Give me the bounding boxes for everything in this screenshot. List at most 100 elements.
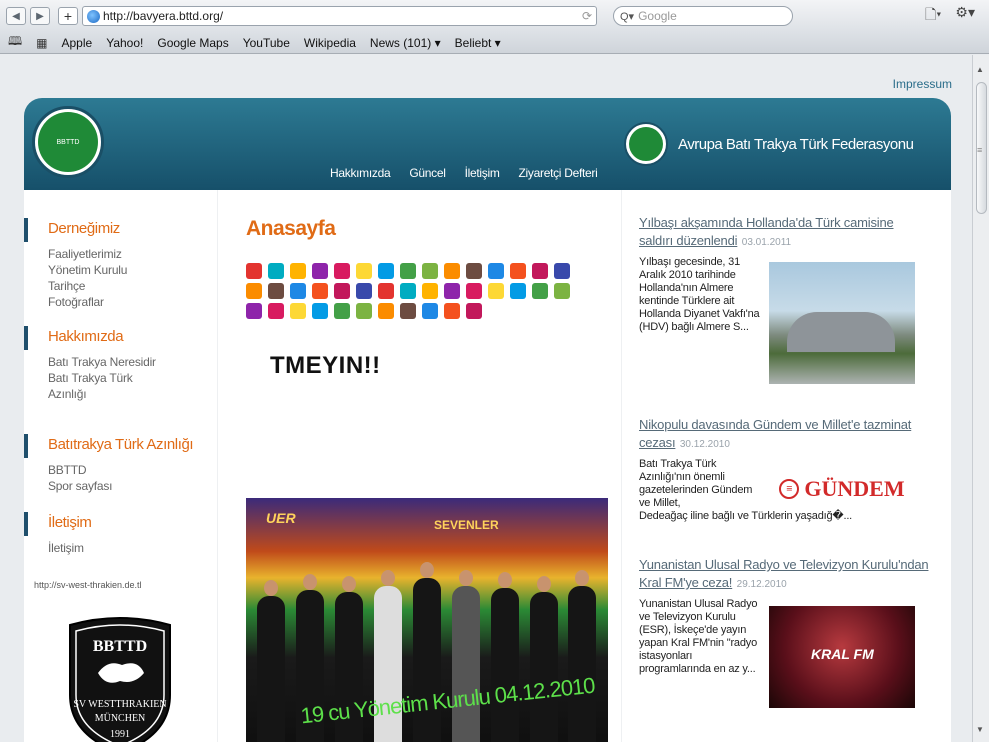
kral-fm-image[interactable]: KRAL FM <box>769 606 915 708</box>
nav-hakkimizda[interactable]: Hakkımızda <box>330 166 391 180</box>
social-bookmark-icon[interactable] <box>422 263 438 279</box>
forward-button[interactable]: ▶ <box>30 7 50 25</box>
bookmarks-bar: 🕮 ▦ Apple Yahoo! Google Maps YouTube Wik… <box>0 32 989 54</box>
social-bookmark-icon[interactable] <box>312 263 328 279</box>
bookmark-google-maps[interactable]: Google Maps <box>157 36 228 50</box>
scroll-up-icon[interactable]: ▲ <box>976 65 984 74</box>
nav-guncel[interactable]: Güncel <box>409 166 446 180</box>
social-bookmark-icon[interactable] <box>466 303 482 319</box>
social-bookmark-icon[interactable] <box>444 283 460 299</box>
social-bookmark-icon[interactable] <box>334 303 350 319</box>
sidebar-item-tarihce[interactable]: Tarihçe <box>48 278 85 294</box>
badge-top-text: BBTTD <box>93 638 147 655</box>
social-bookmark-icon[interactable] <box>268 263 284 279</box>
social-bookmark-icon[interactable] <box>554 283 570 299</box>
sidebar-section-title[interactable]: Derneğimiz <box>48 220 120 237</box>
site-logo[interactable]: BBTTD <box>32 106 104 178</box>
add-bookmark-button[interactable]: + <box>58 7 78 25</box>
sidebar-section-title[interactable]: Hakkımızda <box>48 328 124 345</box>
social-bookmark-icon[interactable] <box>488 283 504 299</box>
scroll-down-icon[interactable]: ▼ <box>976 725 984 734</box>
social-bookmark-icon[interactable] <box>378 303 394 319</box>
bookmark-beliebt[interactable]: Beliebt ▾ <box>455 36 501 50</box>
social-bookmark-icon[interactable] <box>510 283 526 299</box>
sidebar-item-bati-trakya-neresidir[interactable]: Batı Trakya Neresidir <box>48 354 156 370</box>
badge-line2: MÜNCHEN <box>95 712 146 724</box>
sidebar-section-title[interactable]: İletişim <box>48 514 92 531</box>
social-bookmark-icon[interactable] <box>422 303 438 319</box>
federation-logo[interactable] <box>624 122 668 166</box>
news-image-mosque[interactable] <box>769 262 915 384</box>
sidebar-item-iletisim[interactable]: İletişim <box>48 540 84 556</box>
top-sites-grid-icon[interactable]: ▦ <box>36 36 47 50</box>
social-bookmark-icon[interactable] <box>554 263 570 279</box>
social-icon-grid <box>246 263 586 323</box>
social-bookmark-icon[interactable] <box>400 263 416 279</box>
bookmark-wikipedia[interactable]: Wikipedia <box>304 36 356 50</box>
search-placeholder: Google <box>638 9 677 23</box>
social-bookmark-icon[interactable] <box>532 263 548 279</box>
impressum-link[interactable]: Impressum <box>893 77 952 91</box>
social-bookmark-icon[interactable] <box>488 263 504 279</box>
nav-ziyaretci-defteri[interactable]: Ziyaretçi Defteri <box>519 166 598 180</box>
social-bookmark-icon[interactable] <box>312 303 328 319</box>
sidebar-item-yonetim-kurulu[interactable]: Yönetim Kurulu <box>48 262 127 278</box>
sidebar-section-title[interactable]: Batıtrakya Türk Azınlığı <box>48 436 194 453</box>
social-bookmark-icon[interactable] <box>466 263 482 279</box>
social-bookmark-icon[interactable] <box>290 303 306 319</box>
social-bookmark-icon[interactable] <box>400 303 416 319</box>
social-bookmark-icon[interactable] <box>378 283 394 299</box>
board-photo[interactable]: UER SEVENLER 19 cu Yönetim Kurulu 04.12.… <box>246 498 608 742</box>
bookmark-yahoo[interactable]: Yahoo! <box>106 36 143 50</box>
sidebar-item-azinligi[interactable]: Azınlığı <box>48 386 87 402</box>
banner-text: TMEYIN!! <box>270 352 381 379</box>
social-bookmark-icon[interactable] <box>378 263 394 279</box>
social-bookmark-icon[interactable] <box>334 263 350 279</box>
reload-icon[interactable]: ⟳ <box>582 9 592 23</box>
social-bookmark-icon[interactable] <box>268 303 284 319</box>
bookmark-news[interactable]: News (101) ▾ <box>370 36 441 50</box>
social-bookmark-icon[interactable] <box>356 263 372 279</box>
social-bookmark-icon[interactable] <box>290 263 306 279</box>
bookmark-youtube[interactable]: YouTube <box>243 36 290 50</box>
social-bookmark-icon[interactable] <box>334 283 350 299</box>
back-button[interactable]: ◀ <box>6 7 26 25</box>
social-bookmark-icon[interactable] <box>510 263 526 279</box>
sidebar-item-fotograflar[interactable]: Fotoğraflar <box>48 294 104 310</box>
social-bookmark-icon[interactable] <box>400 283 416 299</box>
news-date: 03.01.2011 <box>741 237 792 248</box>
page-menu-icon[interactable]: 🗋▾ <box>925 4 941 28</box>
social-bookmark-icon[interactable] <box>290 283 306 299</box>
news-date: 30.12.2010 <box>679 439 730 450</box>
news-date: 29.12.2010 <box>736 579 787 590</box>
vertical-scrollbar[interactable]: ▲ ≡ ▼ <box>972 55 989 742</box>
bookmark-apple[interactable]: Apple <box>62 36 93 50</box>
search-input[interactable]: Q▾ Google <box>613 6 793 26</box>
sidebar-item-spor-sayfasi[interactable]: Spor sayfası <box>48 478 113 494</box>
gundem-logo[interactable]: ≡ GÜNDEM <box>769 474 915 504</box>
building-shape <box>787 312 895 352</box>
social-bookmark-icon[interactable] <box>532 283 548 299</box>
social-bookmark-icon[interactable] <box>246 303 262 319</box>
gear-icon[interactable]: ⚙▾ <box>955 4 975 28</box>
sidebar-item-bbttd[interactable]: BBTTD <box>48 462 87 478</box>
social-bookmark-icon[interactable] <box>356 303 372 319</box>
social-bookmark-icon[interactable] <box>356 283 372 299</box>
news-body: Yılbaşı gecesinde, 31 Aralık 2010 tarihi… <box>639 256 760 333</box>
social-bookmark-icon[interactable] <box>466 283 482 299</box>
sidebar-item-bati-trakya-turk[interactable]: Batı Trakya Türk <box>48 370 133 386</box>
social-bookmark-icon[interactable] <box>246 263 262 279</box>
nav-iletisim[interactable]: İletişim <box>465 166 500 180</box>
social-bookmark-icon[interactable] <box>312 283 328 299</box>
sv-westthrakien-badge[interactable]: BBTTD SV WESTTHRAKIEN MÜNCHEN 1991 <box>60 615 180 742</box>
social-bookmark-icon[interactable] <box>422 283 438 299</box>
social-bookmark-icon[interactable] <box>444 303 460 319</box>
external-link[interactable]: http://sv-west-thrakien.de.tl <box>34 580 142 590</box>
social-bookmark-icon[interactable] <box>444 263 460 279</box>
bookmarks-book-icon[interactable]: 🕮 <box>8 32 22 53</box>
social-bookmark-icon[interactable] <box>246 283 262 299</box>
news-body: Yunanistan Ulusal Radyo ve Televizyon Ku… <box>639 598 758 675</box>
social-bookmark-icon[interactable] <box>268 283 284 299</box>
address-bar[interactable]: http://bavyera.bttd.org/ ⟳ <box>82 6 597 26</box>
sidebar-item-faaliyetlerimiz[interactable]: Faaliyetlerimiz <box>48 246 122 262</box>
